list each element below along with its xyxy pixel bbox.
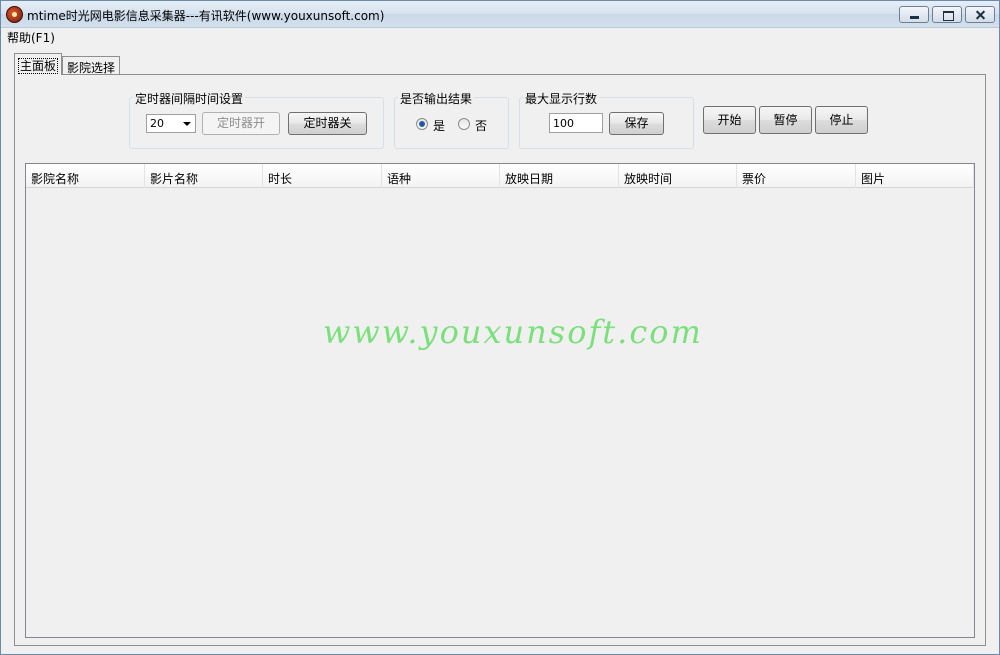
tab-cinema-select-label: 影院选择 (67, 61, 116, 75)
column-header-language[interactable]: 语种 (382, 164, 500, 188)
minimize-icon (900, 7, 928, 22)
watermark-text: www.youxunsoft.com (323, 313, 703, 351)
timer-interval-value: 20 (150, 117, 164, 130)
tab-cinema-select[interactable]: 影院选择 (62, 56, 120, 75)
maximize-icon (933, 7, 961, 22)
stop-button[interactable]: 停止 (815, 106, 868, 134)
max-rows-title: 最大显示行数 (523, 90, 600, 107)
window-title: mtime时光网电影信息采集器---有讯软件(www.youxunsoft.co… (27, 9, 385, 23)
timer-interval-select[interactable]: 20 (146, 114, 196, 133)
title-bar[interactable]: mtime时光网电影信息采集器---有讯软件(www.youxunsoft.co… (1, 1, 999, 28)
minimize-button[interactable] (899, 6, 929, 23)
timer-stop-button[interactable]: 定时器关 (288, 112, 367, 135)
output-result-title: 是否输出结果 (398, 90, 475, 107)
timer-start-button[interactable]: 定时器开 (202, 112, 280, 135)
close-icon (966, 7, 994, 22)
menu-bar: 帮助(F1) (1, 28, 999, 46)
column-header-movie[interactable]: 影片名称 (145, 164, 263, 188)
max-rows-input[interactable]: 100 (549, 113, 603, 133)
output-yes-label: 是 (433, 119, 446, 133)
output-no-radio[interactable] (458, 118, 470, 130)
tab-main-panel-label: 主面板 (17, 58, 59, 74)
dropdown-arrow-icon (183, 122, 191, 126)
tab-main-panel[interactable]: 主面板 (14, 53, 62, 75)
table-header: 影院名称 影片名称 时长 语种 放映日期 放映时间 票价 图片 (26, 164, 974, 188)
output-yes-radio[interactable] (416, 118, 428, 130)
app-icon[interactable] (6, 6, 23, 23)
menu-help[interactable]: 帮助(F1) (7, 29, 55, 46)
app-window: mtime时光网电影信息采集器---有讯软件(www.youxunsoft.co… (0, 0, 1000, 655)
save-button[interactable]: 保存 (609, 112, 664, 135)
column-header-price[interactable]: 票价 (737, 164, 856, 188)
close-button[interactable] (965, 6, 995, 23)
results-table[interactable]: 影院名称 影片名称 时长 语种 放映日期 放映时间 票价 图片 (25, 163, 975, 638)
column-header-duration[interactable]: 时长 (263, 164, 382, 188)
column-header-show-date[interactable]: 放映日期 (500, 164, 619, 188)
column-header-image[interactable]: 图片 (856, 164, 974, 188)
maximize-button[interactable] (932, 6, 962, 23)
pause-button[interactable]: 暂停 (759, 106, 812, 134)
timer-settings-title: 定时器间隔时间设置 (133, 90, 246, 107)
start-button[interactable]: 开始 (703, 106, 756, 134)
column-header-cinema[interactable]: 影院名称 (26, 164, 145, 188)
column-header-show-time[interactable]: 放映时间 (619, 164, 737, 188)
output-no-label: 否 (475, 119, 488, 133)
